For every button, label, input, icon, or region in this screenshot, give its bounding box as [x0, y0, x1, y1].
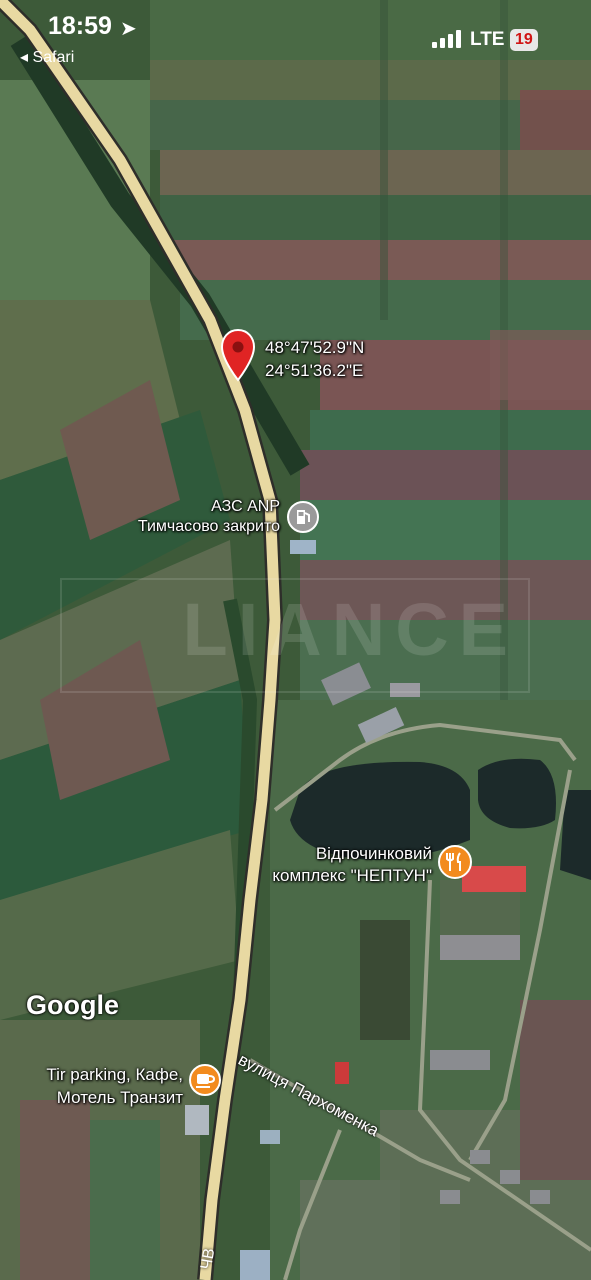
- poi-status: Тимчасово закрито: [137, 518, 280, 535]
- pin-latitude: 48°47'52.9"N: [265, 338, 365, 357]
- poi-name-line2: комплекс "НЕПТУН": [272, 866, 432, 885]
- poi-name: Tir parking, Кафе,: [46, 1065, 183, 1084]
- gas-station-icon[interactable]: [286, 500, 320, 534]
- poi-name: АЗС ANP: [211, 498, 280, 515]
- google-logo: Google: [26, 990, 119, 1020]
- location-arrow-icon: ➤: [120, 18, 137, 40]
- poi-cafe-label[interactable]: Tir parking, Кафе, Мотель Транзит: [8, 1063, 183, 1109]
- poi-name: Відпочинковий: [315, 844, 432, 863]
- back-app-label: Safari: [32, 49, 75, 66]
- watermark: LIANCE: [60, 578, 530, 693]
- street-label-bottom: ЧВ: [197, 1246, 219, 1271]
- location-pin-icon[interactable]: [220, 328, 256, 382]
- restaurant-icon[interactable]: [436, 843, 474, 883]
- signal-icon: [432, 30, 464, 48]
- network-type: LTE: [470, 29, 505, 50]
- battery-level: 19: [510, 29, 538, 51]
- cafe-icon[interactable]: [187, 1062, 223, 1098]
- clock: 18:59: [48, 12, 112, 40]
- pin-longitude: 24°51'36.2"E: [265, 361, 364, 380]
- status-bar: 18:59 ➤ ◂ Safari LTE 19: [0, 0, 591, 70]
- poi-gas-station-label[interactable]: АЗС ANP Тимчасово закрито: [130, 497, 280, 537]
- poi-name-line2: Мотель Транзит: [56, 1088, 183, 1107]
- pin-coordinates: 48°47'52.9"N 24°51'36.2"E: [265, 336, 364, 382]
- back-to-safari[interactable]: ◂ Safari: [20, 47, 74, 67]
- poi-resort-label[interactable]: Відпочинковий комплекс "НЕПТУН": [232, 843, 432, 887]
